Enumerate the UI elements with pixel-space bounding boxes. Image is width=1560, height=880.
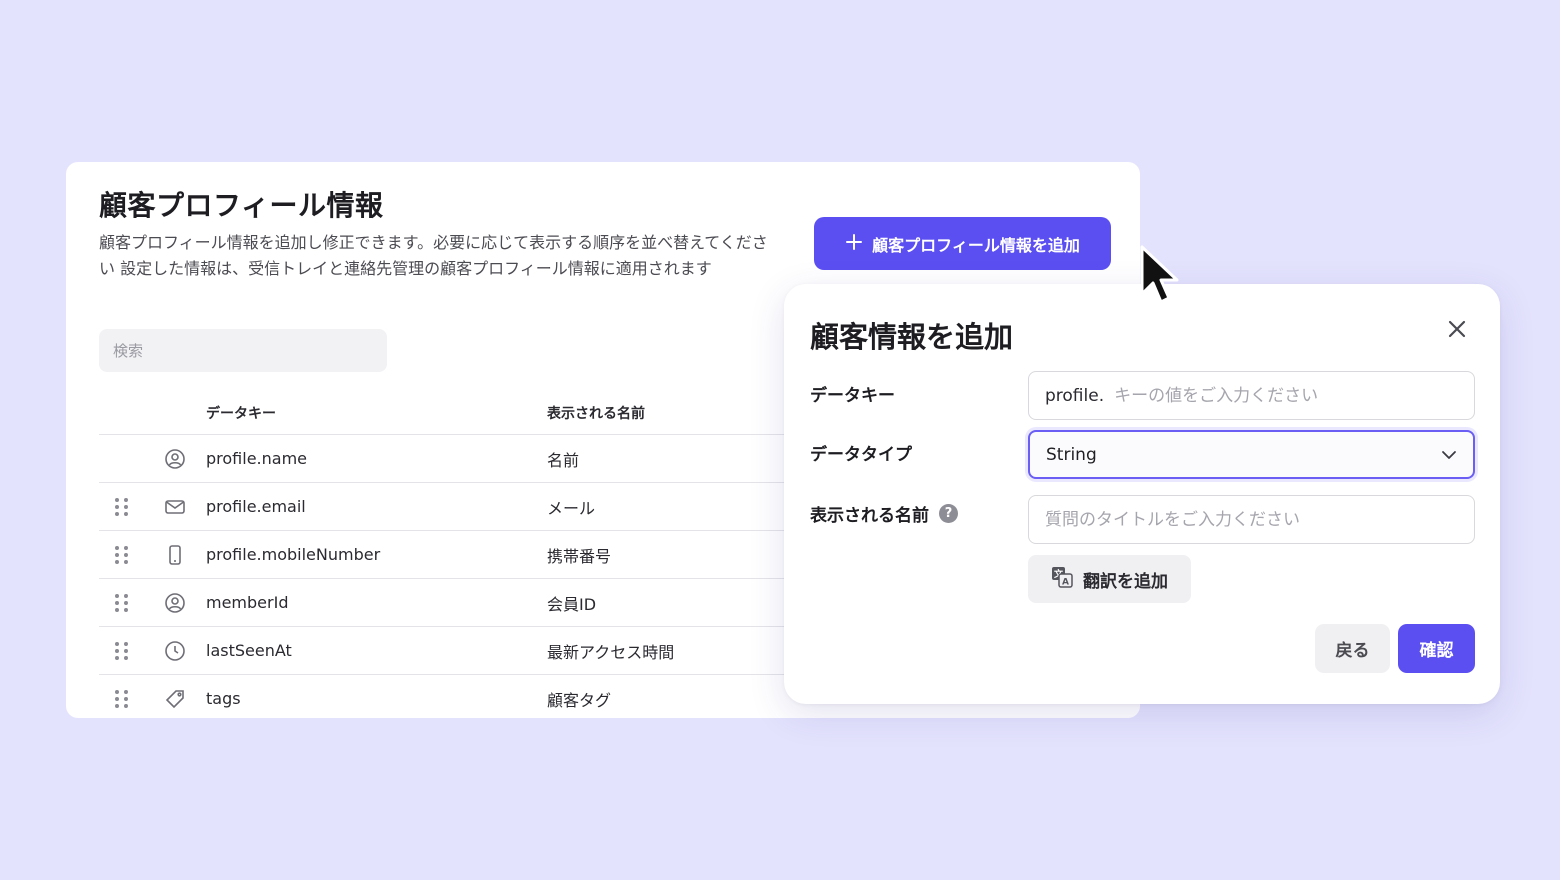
confirm-button[interactable]: 確認 xyxy=(1398,624,1475,673)
drag-handle-icon[interactable] xyxy=(114,593,128,612)
help-icon[interactable]: ? xyxy=(939,504,958,523)
add-profile-field-button[interactable]: 顧客プロフィール情報を追加 xyxy=(814,217,1111,270)
add-customer-info-dialog: 顧客情報を追加 データキー profile. データタイプ String 表示さ… xyxy=(784,284,1500,704)
close-button[interactable] xyxy=(1444,316,1470,342)
data-type-label: データタイプ xyxy=(810,440,912,465)
data-key-input[interactable] xyxy=(1114,372,1458,419)
mobile-phone-icon xyxy=(143,544,206,566)
translate-icon: 文 A xyxy=(1051,566,1073,593)
search-input[interactable] xyxy=(99,329,387,372)
data-key-label-text: データキー xyxy=(810,386,895,406)
chevron-down-icon xyxy=(1442,450,1456,459)
drag-handle-icon[interactable] xyxy=(114,689,128,708)
plus-icon xyxy=(845,233,863,255)
row-data-key: profile.name xyxy=(206,449,307,468)
column-header-data-key: データキー xyxy=(206,406,276,422)
page-title: 顧客プロフィール情報 xyxy=(99,189,384,222)
row-data-key: profile.mobileNumber xyxy=(206,545,381,564)
data-type-selected-value: String xyxy=(1046,444,1097,465)
display-name-label-text: 表示される名前 xyxy=(810,506,929,526)
add-translation-button[interactable]: 文 A 翻訳を追加 xyxy=(1028,555,1191,603)
row-data-key: tags xyxy=(206,689,241,708)
data-key-prefix: profile. xyxy=(1045,385,1105,406)
dialog-title: 顧客情報を追加 xyxy=(810,320,1014,354)
data-type-select[interactable]: String xyxy=(1028,430,1475,479)
display-name-field[interactable] xyxy=(1028,495,1475,544)
data-key-field[interactable]: profile. xyxy=(1028,371,1475,420)
row-data-key: lastSeenAt xyxy=(206,641,292,660)
page-description: 顧客プロフィール情報を追加し修正できます。必要に応じて表示する順序を並べ替えてく… xyxy=(99,233,768,278)
user-circle-icon xyxy=(143,448,206,470)
add-profile-field-button-label: 顧客プロフィール情報を追加 xyxy=(872,235,1080,255)
data-type-label-text: データタイプ xyxy=(810,445,912,465)
row-data-key: memberId xyxy=(206,593,289,612)
drag-handle-icon[interactable] xyxy=(114,497,128,516)
svg-text:A: A xyxy=(1062,577,1069,587)
drag-handle-icon[interactable] xyxy=(114,545,128,564)
add-translation-button-label: 翻訳を追加 xyxy=(1083,571,1168,592)
user-circle-icon xyxy=(143,592,206,614)
mouse-cursor-icon xyxy=(1140,245,1179,304)
mail-icon xyxy=(143,496,206,518)
tag-icon xyxy=(143,688,206,710)
clock-icon xyxy=(143,640,206,662)
drag-handle-icon[interactable] xyxy=(114,641,128,660)
row-data-key: profile.email xyxy=(206,497,306,516)
back-button[interactable]: 戻る xyxy=(1315,624,1390,673)
display-name-input[interactable] xyxy=(1045,496,1458,543)
display-name-label: 表示される名前 ? xyxy=(810,501,958,526)
close-icon xyxy=(1448,320,1466,338)
data-key-label: データキー xyxy=(810,381,895,406)
